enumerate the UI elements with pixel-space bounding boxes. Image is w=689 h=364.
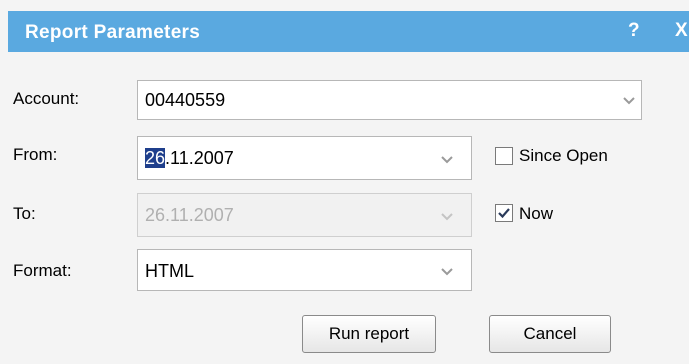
from-date-selection: 26 bbox=[145, 148, 166, 168]
since-open-label[interactable]: Since Open bbox=[519, 146, 608, 166]
run-report-button[interactable]: Run report bbox=[302, 315, 436, 353]
to-label: To: bbox=[13, 204, 36, 223]
close-button[interactable]: X bbox=[675, 20, 688, 42]
checkmark-icon bbox=[498, 208, 510, 219]
report-parameters-dialog: Report Parameters ? X Account: 00440559 … bbox=[0, 0, 689, 364]
chevron-down-icon[interactable] bbox=[440, 155, 454, 165]
cancel-button[interactable]: Cancel bbox=[489, 315, 611, 353]
from-date-value[interactable]: 26.11.2007 bbox=[145, 148, 234, 169]
to-date-value: 26.11.2007 bbox=[145, 205, 234, 225]
chevron-down-icon[interactable] bbox=[440, 267, 454, 277]
format-combo[interactable]: HTML bbox=[137, 249, 472, 291]
from-date-combo[interactable]: 26.11.2007 bbox=[137, 136, 472, 180]
chevron-down-icon bbox=[440, 212, 454, 222]
to-date-combo: 26.11.2007 bbox=[137, 193, 472, 237]
dialog-title: Report Parameters bbox=[25, 22, 201, 43]
now-checkbox[interactable] bbox=[495, 204, 513, 222]
help-button[interactable]: ? bbox=[628, 20, 640, 42]
now-label[interactable]: Now bbox=[519, 204, 553, 224]
from-date-rest: .11.2007 bbox=[165, 148, 234, 168]
title-bar: Report Parameters ? X bbox=[8, 11, 689, 52]
account-value: 00440559 bbox=[145, 90, 226, 110]
format-label: Format: bbox=[13, 261, 72, 280]
chevron-down-icon[interactable] bbox=[622, 96, 636, 106]
account-label: Account: bbox=[13, 89, 80, 108]
from-label: From: bbox=[13, 145, 58, 164]
since-open-checkbox[interactable] bbox=[495, 147, 513, 165]
account-combo[interactable]: 00440559 bbox=[137, 80, 642, 120]
format-value: HTML bbox=[145, 261, 194, 281]
